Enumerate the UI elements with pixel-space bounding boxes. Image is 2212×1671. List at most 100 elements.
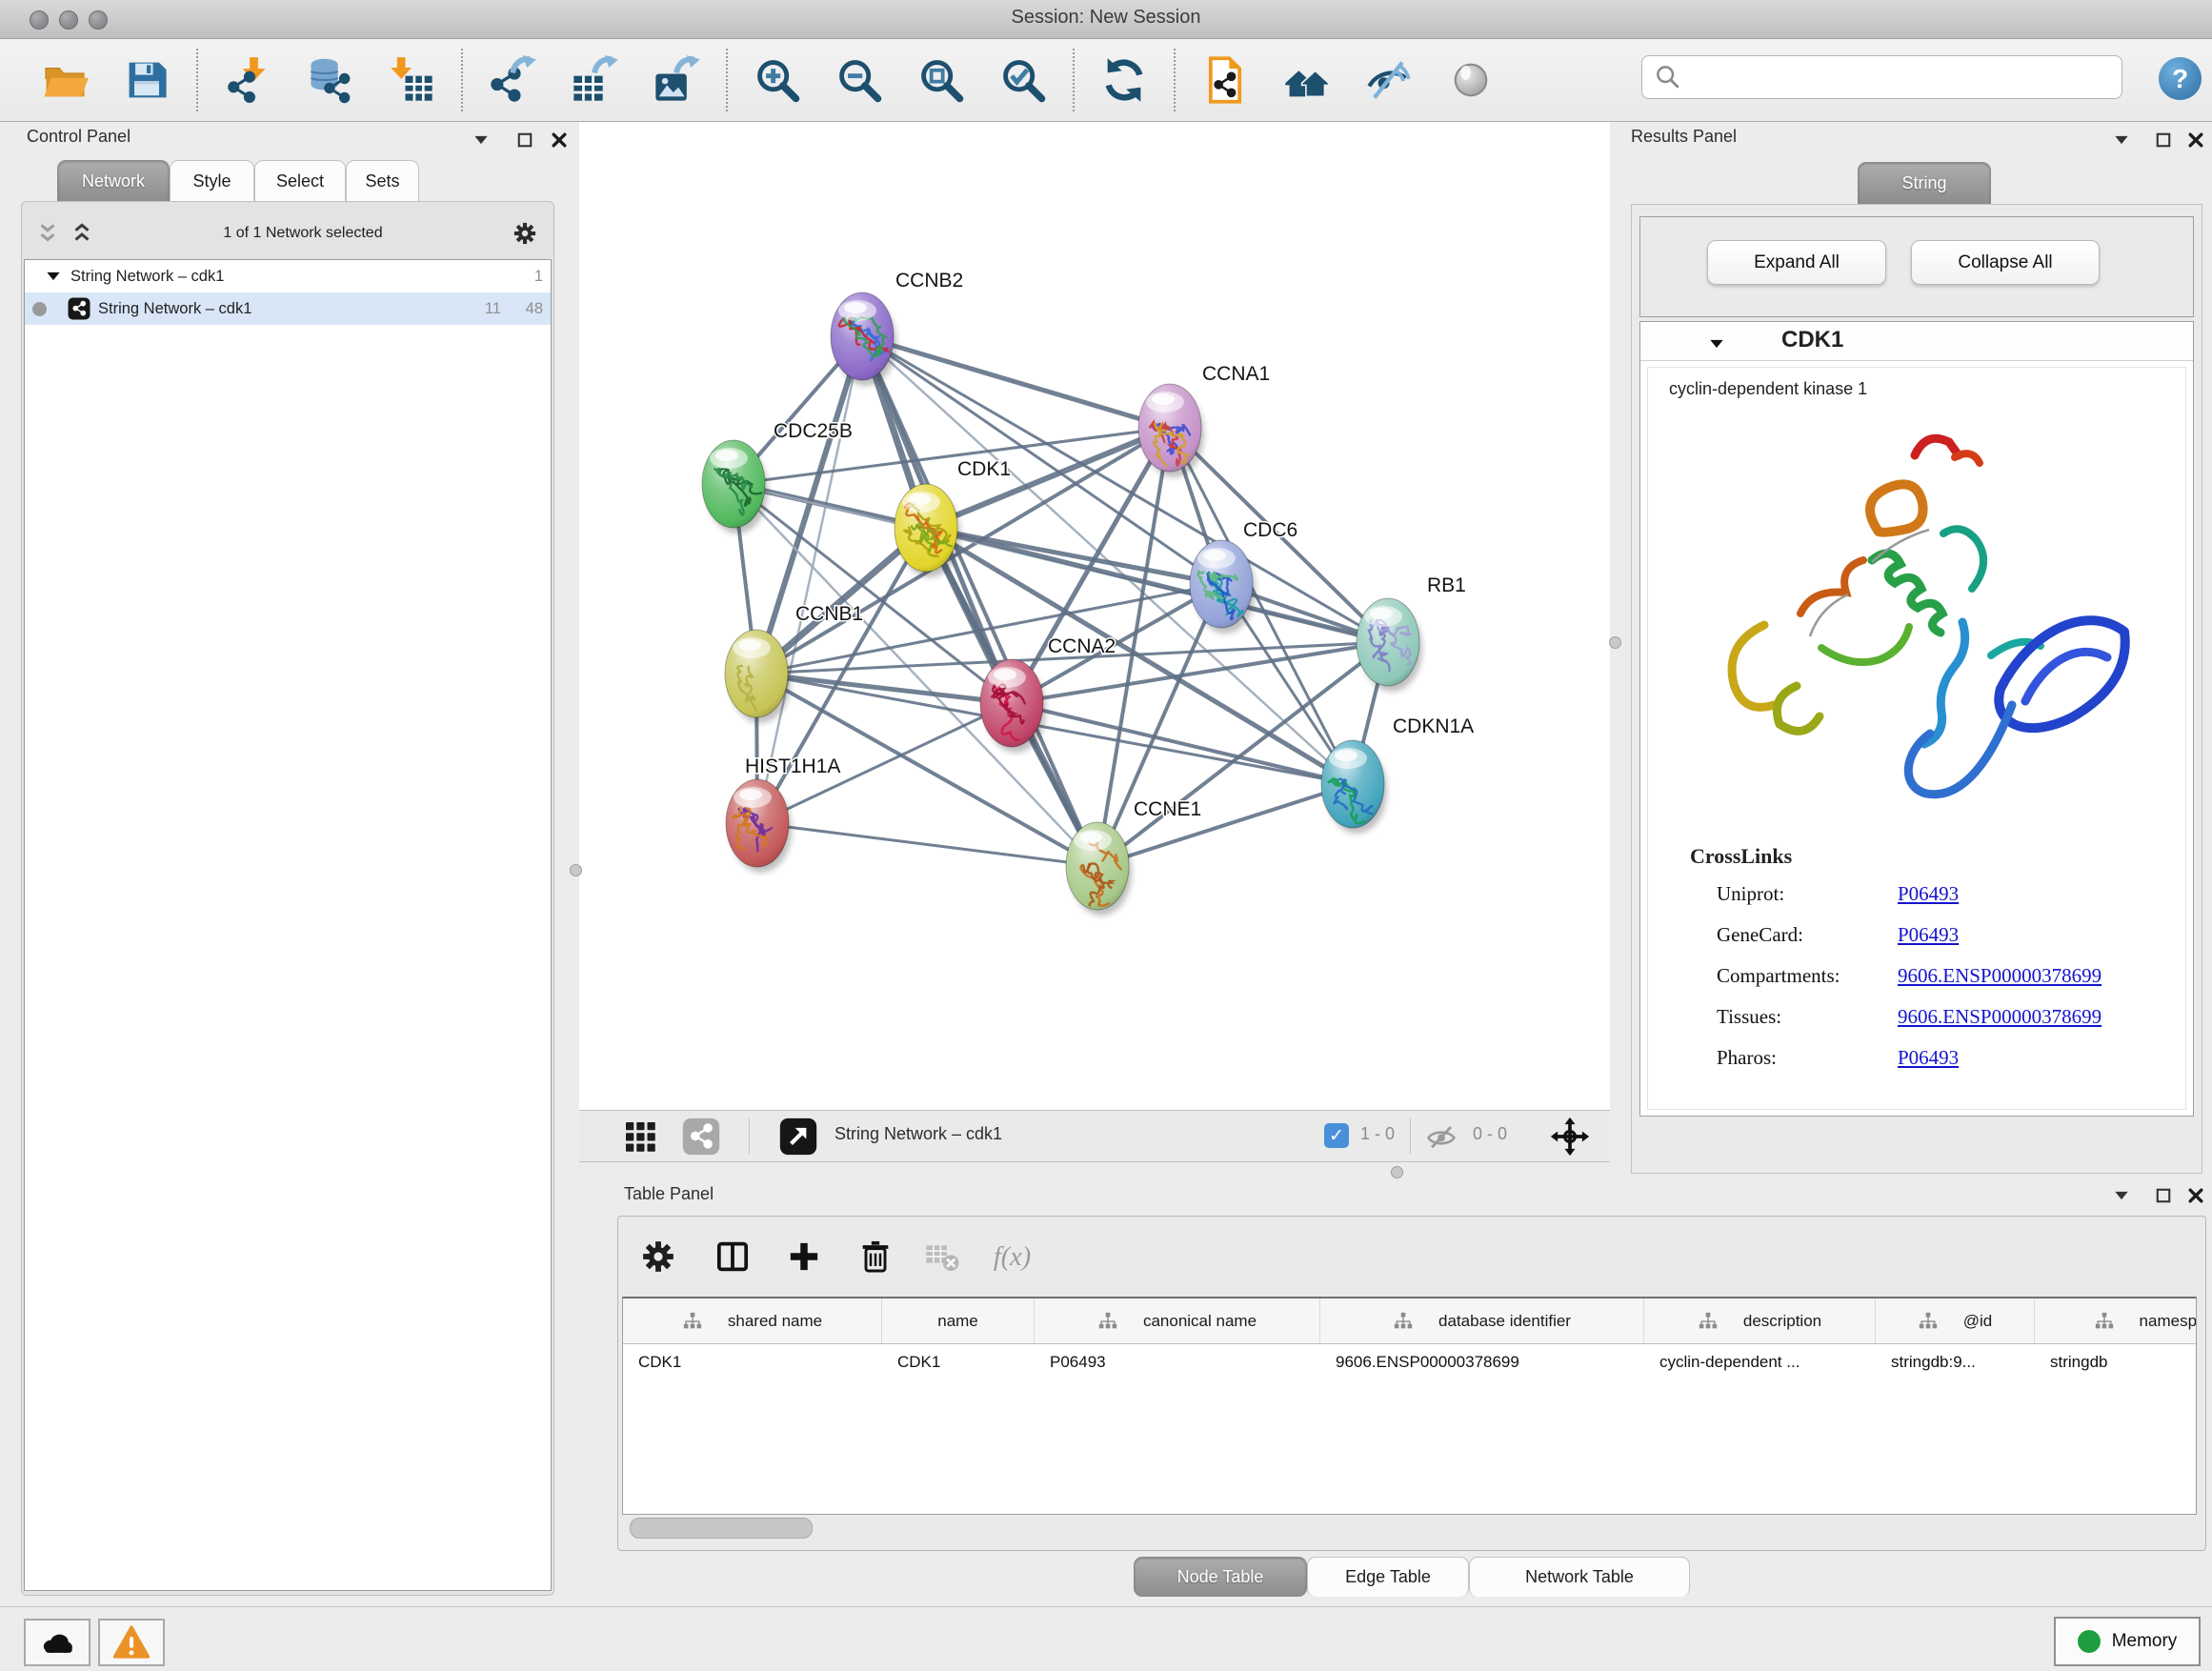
tab-node-table[interactable]: Node Table (1134, 1557, 1307, 1597)
control-panel-collapse-icon[interactable] (471, 130, 492, 151)
collapse-triangle-icon[interactable] (1707, 334, 1726, 353)
node-label-CCNB1: CCNB1 (795, 603, 863, 625)
network-node-HIST1H1A[interactable] (726, 779, 792, 873)
control-panel-close-icon[interactable] (549, 130, 570, 151)
export-image-icon[interactable] (652, 55, 701, 105)
table-cell[interactable]: cyclin-dependent ... (1644, 1353, 1876, 1372)
search-input[interactable] (1684, 67, 2122, 89)
grid-view-icon[interactable] (623, 1119, 657, 1154)
table-row[interactable]: CDK1CDK1P064939606.ENSP00000378699cyclin… (623, 1344, 2196, 1380)
table-cell[interactable]: stringdb:9... (1876, 1353, 2035, 1372)
import-table-file-icon[interactable] (387, 55, 436, 105)
network-edge[interactable] (1012, 703, 1353, 784)
show-columns-icon[interactable] (714, 1238, 752, 1276)
tab-select[interactable]: Select (254, 160, 346, 202)
table-cell[interactable]: 9606.ENSP00000378699 (1320, 1353, 1644, 1372)
expand-all-icon[interactable] (70, 221, 94, 246)
presentation-icon[interactable] (1446, 55, 1496, 105)
network-node-CCNB2[interactable] (831, 292, 907, 386)
open-session-icon[interactable] (40, 55, 90, 105)
network-edge[interactable] (1097, 584, 1221, 866)
selected-checkbox[interactable]: ✓ (1324, 1123, 1349, 1148)
network-edge[interactable] (1097, 784, 1353, 866)
network-edges[interactable] (734, 336, 1388, 866)
zoom-selected-icon[interactable] (998, 55, 1048, 105)
column-header-shared-name[interactable]: shared name (623, 1299, 882, 1343)
network-tree-row[interactable]: String Network – cdk11148 (25, 292, 551, 325)
collapse-all-button[interactable]: Collapse All (1911, 240, 2100, 285)
memory-button[interactable]: Memory (2054, 1617, 2201, 1666)
table-panel-collapse-icon[interactable] (2111, 1185, 2132, 1206)
network-node-RB1[interactable] (1357, 598, 1422, 692)
network-node-CCNA2[interactable] (980, 659, 1046, 753)
save-session-icon[interactable] (122, 55, 171, 105)
cloud-status-button[interactable] (24, 1619, 90, 1666)
add-column-icon[interactable] (785, 1238, 823, 1276)
import-network-database-icon[interactable] (305, 55, 354, 105)
tab-sets[interactable]: Sets (346, 160, 419, 202)
table-cell[interactable]: P06493 (1035, 1353, 1320, 1372)
expand-triangle-icon[interactable] (44, 267, 63, 286)
crosslink-value-link[interactable]: P06493 (1898, 882, 1959, 906)
table-options-gear-icon[interactable] (639, 1238, 677, 1276)
zoom-in-icon[interactable] (753, 55, 802, 105)
scrollbar-thumb[interactable] (630, 1518, 813, 1539)
zoom-out-icon[interactable] (835, 55, 884, 105)
refresh-icon[interactable] (1099, 55, 1149, 105)
network-tree-row[interactable]: String Network – cdk11 (25, 260, 551, 292)
tab-style[interactable]: Style (170, 160, 254, 202)
table-cell[interactable]: stringdb (2035, 1353, 2197, 1372)
tab-network-table[interactable]: Network Table (1469, 1557, 1690, 1597)
network-node-CCNE1[interactable] (1066, 822, 1132, 917)
open-in-new-window-icon[interactable] (779, 1117, 817, 1156)
network-edge[interactable] (926, 528, 1388, 642)
table-cell[interactable]: CDK1 (882, 1353, 1035, 1372)
zoom-fit-icon[interactable] (916, 55, 966, 105)
string-import-icon[interactable] (1200, 55, 1250, 105)
export-table-icon[interactable] (570, 55, 619, 105)
table-panel-close-icon[interactable] (2185, 1185, 2206, 1206)
column-header-description[interactable]: description (1644, 1299, 1876, 1343)
column-header-canonical-name[interactable]: canonical name (1035, 1299, 1320, 1343)
help-button[interactable]: ? (2159, 57, 2202, 100)
column-header-namespace[interactable]: namespace (2035, 1299, 2197, 1343)
crosslink-value-link[interactable]: 9606.ENSP00000378699 (1898, 964, 2101, 988)
export-network-icon[interactable] (488, 55, 537, 105)
vertical-splitter-handle[interactable] (570, 864, 582, 876)
hide-graphics-icon[interactable] (1364, 55, 1414, 105)
gene-card-header[interactable]: CDK1 (1640, 322, 2193, 361)
table-cell[interactable]: CDK1 (623, 1353, 882, 1372)
crosslink-value-link[interactable]: P06493 (1898, 1046, 1959, 1070)
delete-column-icon[interactable] (856, 1238, 895, 1276)
tab-edge-table[interactable]: Edge Table (1307, 1557, 1469, 1597)
home-icon[interactable] (1282, 55, 1332, 105)
column-header-name[interactable]: name (882, 1299, 1035, 1343)
vertical-splitter-handle[interactable] (1609, 636, 1621, 649)
network-node-CCNB1[interactable] (725, 630, 791, 723)
table-panel-float-icon[interactable] (2153, 1185, 2174, 1206)
pan-mode-icon[interactable] (1549, 1116, 1591, 1158)
warning-status-button[interactable] (98, 1619, 165, 1666)
column-label: @id (1963, 1312, 1993, 1331)
expand-all-button[interactable]: Expand All (1707, 240, 1886, 285)
column-header-@id[interactable]: @id (1876, 1299, 2035, 1343)
import-network-file-icon[interactable] (223, 55, 272, 105)
results-panel-float-icon[interactable] (2153, 130, 2174, 151)
network-node-CDC6[interactable] (1190, 540, 1256, 634)
crosslink-value-link[interactable]: 9606.ENSP00000378699 (1898, 1005, 2101, 1029)
tab-string[interactable]: String (1858, 162, 1991, 204)
network-edge[interactable] (757, 823, 1097, 866)
control-panel-float-icon[interactable] (514, 130, 535, 151)
results-panel-close-icon[interactable] (2185, 130, 2206, 151)
network-view-canvas[interactable]: CCNB2CCNA1CDC25BCDK1CDC6RB1CCNB1CCNA2CDK… (579, 122, 1610, 1110)
network-options-gear-icon[interactable] (512, 220, 538, 247)
network-edge[interactable] (862, 336, 1170, 428)
crosslink-value-link[interactable]: P06493 (1898, 923, 1959, 947)
collapse-all-icon[interactable] (35, 221, 60, 246)
horizontal-splitter-handle[interactable] (1391, 1166, 1403, 1178)
network-node-CDKN1A[interactable] (1321, 740, 1387, 834)
tab-network[interactable]: Network (57, 160, 170, 202)
column-header-database-identifier[interactable]: database identifier (1320, 1299, 1644, 1343)
results-panel-collapse-icon[interactable] (2111, 130, 2132, 151)
network-edge[interactable] (757, 336, 862, 823)
